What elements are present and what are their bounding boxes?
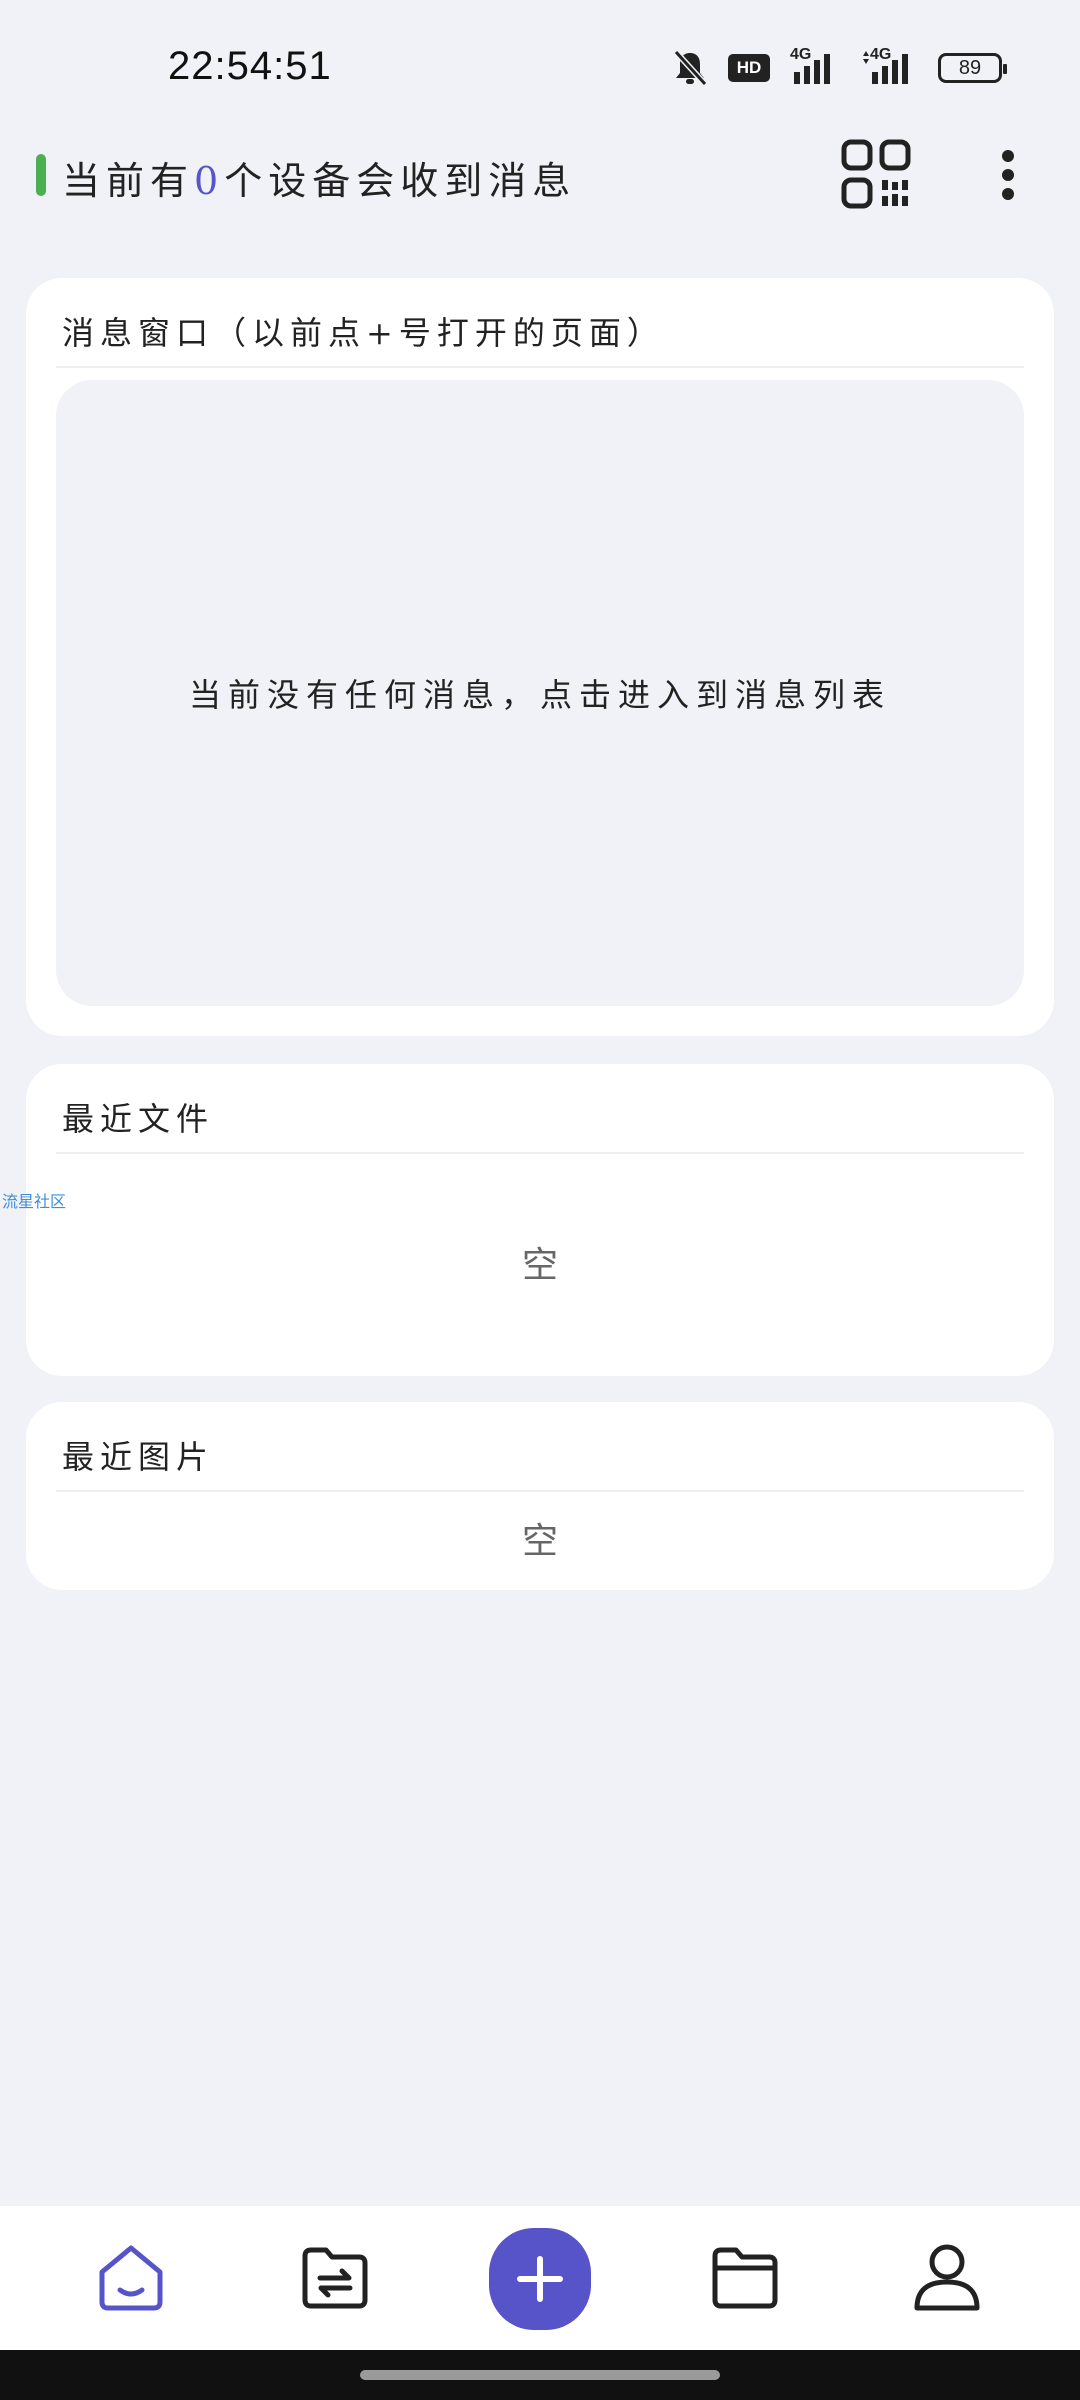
- recent-images-card: 最近图片 空: [26, 1402, 1054, 1590]
- recent-files-empty: 空: [521, 1245, 558, 1286]
- recent-images-title: 最近图片: [62, 1438, 215, 1476]
- online-indicator: [36, 154, 46, 196]
- bell-off-icon: [673, 49, 708, 87]
- app-header: 当前有0个设备会收到消息: [0, 130, 1080, 240]
- message-empty-text: 当前没有任何消息，点击进入到消息列表: [188, 676, 891, 714]
- add-button[interactable]: [489, 2228, 591, 2330]
- hd-icon: HD: [728, 54, 770, 82]
- title-suffix: 个设备会收到消息: [224, 159, 577, 203]
- message-window-title: 消息窗口（以前点+号打开的页面）: [62, 314, 665, 352]
- qr-code-button[interactable]: [840, 138, 912, 210]
- status-time: 22:54:51: [168, 44, 332, 88]
- gesture-bar: [0, 2350, 1080, 2400]
- battery-level: 89: [958, 56, 982, 79]
- divider: [56, 366, 1024, 368]
- home-icon: [99, 2245, 163, 2311]
- signal-4g-icon: 4G: [790, 46, 840, 86]
- recent-images-empty: 空: [521, 1521, 558, 1562]
- hd-label: HD: [736, 58, 762, 77]
- message-window-card: 消息窗口（以前点+号打开的页面） 当前没有任何消息，点击进入到消息列表: [26, 278, 1054, 1036]
- more-vertical-icon: [1002, 150, 1014, 200]
- home-indicator[interactable]: [360, 2370, 720, 2380]
- message-list-entry[interactable]: 当前没有任何消息，点击进入到消息列表: [56, 380, 1024, 1006]
- folder-icon: [712, 2247, 778, 2309]
- battery-icon: 89: [938, 53, 1007, 83]
- qr-code-icon: [841, 139, 911, 209]
- nav-file-transfer[interactable]: [300, 2242, 370, 2312]
- divider: [56, 1490, 1024, 1492]
- status-icons: HD 4G 4G 89: [672, 46, 1007, 90]
- status-bar: 22:54:51 HD 4G 4G 89: [0, 0, 1080, 130]
- watermark: 流星社区: [2, 1194, 67, 1211]
- user-icon: [914, 2244, 980, 2311]
- recent-files-card: 最近文件 空: [26, 1064, 1054, 1376]
- divider: [56, 1152, 1024, 1154]
- nav-profile[interactable]: [912, 2242, 982, 2312]
- nav-files[interactable]: [710, 2242, 780, 2312]
- recent-files-title: 最近文件: [62, 1100, 215, 1138]
- title-prefix: 当前有: [62, 159, 195, 203]
- device-count: 0: [194, 159, 225, 203]
- folder-transfer-icon: [302, 2247, 368, 2309]
- signal-4g-icon: 4G: [860, 46, 918, 86]
- screen: 22:54:51 HD 4G 4G 89 当前有0个设备会收到消息 消息窗口（以…: [0, 0, 1080, 2400]
- more-options-button[interactable]: [990, 148, 1026, 208]
- bottom-nav: [0, 2206, 1080, 2350]
- plus-icon: [517, 2256, 563, 2302]
- device-count-title: 当前有0个设备会收到消息: [62, 150, 576, 205]
- nav-home[interactable]: [96, 2242, 166, 2312]
